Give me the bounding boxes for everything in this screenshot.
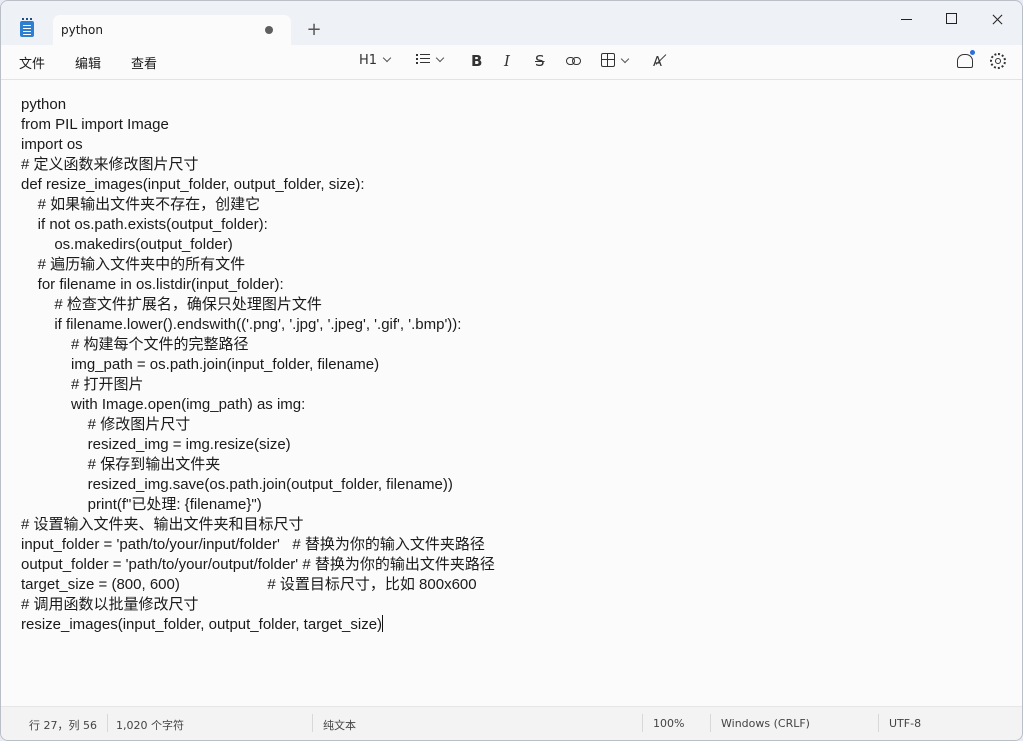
- table-icon: [601, 53, 615, 67]
- status-divider: [642, 714, 643, 732]
- status-divider: [878, 714, 879, 732]
- strikethrough-button[interactable]: S: [535, 51, 545, 71]
- list-dropdown[interactable]: [416, 51, 445, 71]
- code-line: os.makedirs(output_folder): [21, 236, 233, 253]
- code-line: # 设置输入文件夹、输出文件夹和目标尺寸: [21, 516, 304, 533]
- editor-content[interactable]: python from PIL import Image import os # 定义…: [21, 95, 495, 635]
- status-divider: [710, 714, 711, 732]
- code-line: # 遍历输入文件夹中的所有文件: [21, 256, 246, 273]
- code-line: # 打开图片: [21, 376, 144, 393]
- text-editor[interactable]: python from PIL import Image import os # 定义…: [1, 80, 1022, 707]
- code-line: target_size = (800, 600) # 设置目标尺寸，比如 800…: [21, 576, 477, 593]
- bold-button[interactable]: B: [471, 51, 482, 71]
- chevron-down-icon: [620, 54, 630, 64]
- code-line: with Image.open(img_path) as img:: [21, 396, 306, 413]
- menu-view[interactable]: 查看: [131, 53, 157, 72]
- notepad-window: python + 文件 编辑 查看 H1 B I S A python from …: [0, 0, 1023, 741]
- code-line: if filename.lower().endswith(('.png', '.…: [21, 316, 462, 333]
- close-button[interactable]: [983, 9, 1013, 29]
- menu-toolbar: 文件 编辑 查看 H1 B I S A: [1, 45, 1022, 80]
- code-line: print(f"已处理: {filename}"): [21, 496, 262, 513]
- chevron-down-icon: [435, 53, 445, 63]
- encoding[interactable]: UTF-8: [889, 717, 921, 730]
- italic-button[interactable]: I: [504, 51, 510, 71]
- clear-formatting-button[interactable]: A: [653, 55, 662, 70]
- code-line: python: [21, 96, 67, 113]
- code-line: # 检查文件扩展名，确保只处理图片文件: [21, 296, 322, 313]
- status-bar: 行 27，列 56 1,020 个字符 纯文本 100% Windows (CR…: [1, 706, 1022, 740]
- settings-gear-icon[interactable]: [990, 53, 1006, 69]
- new-tab-button[interactable]: +: [305, 21, 323, 39]
- code-line: img_path = os.path.join(input_folder, fi…: [21, 356, 380, 373]
- tab-python[interactable]: python: [53, 15, 291, 45]
- code-line: input_folder = 'path/to/your/input/folde…: [21, 536, 485, 553]
- menu-edit[interactable]: 编辑: [75, 53, 101, 72]
- code-line: for filename in os.listdir(input_folder)…: [21, 276, 284, 293]
- code-line: # 如果输出文件夹不存在，创建它: [21, 196, 261, 213]
- code-line: import os: [21, 136, 83, 153]
- code-line: # 调用函数以批量修改尺寸: [21, 596, 199, 613]
- status-divider: [107, 714, 108, 732]
- code-line: from PIL import Image: [21, 116, 169, 133]
- text-format[interactable]: 纯文本: [323, 717, 356, 733]
- title-bar[interactable]: python +: [1, 1, 1022, 45]
- line-ending[interactable]: Windows (CRLF): [721, 717, 810, 730]
- notification-dot: [970, 50, 975, 55]
- code-line: def resize_images(input_folder, output_f…: [21, 176, 365, 193]
- list-icon: [416, 54, 430, 64]
- link-icon: [566, 57, 581, 65]
- table-dropdown[interactable]: [601, 51, 630, 71]
- code-line: resized_img = img.resize(size): [21, 436, 291, 453]
- menu-file[interactable]: 文件: [19, 53, 45, 72]
- code-line: # 定义函数来修改图片尺寸: [21, 156, 199, 173]
- zoom-level[interactable]: 100%: [653, 717, 684, 730]
- minimize-button[interactable]: [892, 9, 922, 29]
- code-line: output_folder = 'path/to/your/output/fol…: [21, 556, 495, 573]
- code-line: # 修改图片尺寸: [21, 416, 191, 433]
- heading-dropdown[interactable]: H1: [359, 51, 392, 71]
- code-line: # 构建每个文件的完整路径: [21, 336, 249, 353]
- text-cursor: [382, 615, 384, 632]
- code-line: if not os.path.exists(output_folder):: [21, 216, 268, 233]
- cursor-position: 行 27，列 56: [29, 719, 97, 732]
- code-line: resize_images(input_folder, output_folde…: [21, 615, 384, 633]
- notepad-app-icon: [20, 18, 34, 37]
- unsaved-dot-icon[interactable]: [265, 26, 273, 34]
- maximize-button[interactable]: [937, 9, 967, 29]
- status-divider: [312, 714, 313, 732]
- tab-title: python: [61, 23, 103, 37]
- heading-label: H1: [359, 53, 378, 68]
- code-line: # 保存到输出文件夹: [21, 456, 221, 473]
- character-count: 1,020 个字符: [116, 719, 184, 732]
- announcement-icon[interactable]: [957, 54, 973, 68]
- chevron-down-icon: [382, 53, 392, 63]
- link-button[interactable]: [566, 51, 581, 71]
- code-line: resized_img.save(os.path.join(output_fol…: [21, 476, 453, 493]
